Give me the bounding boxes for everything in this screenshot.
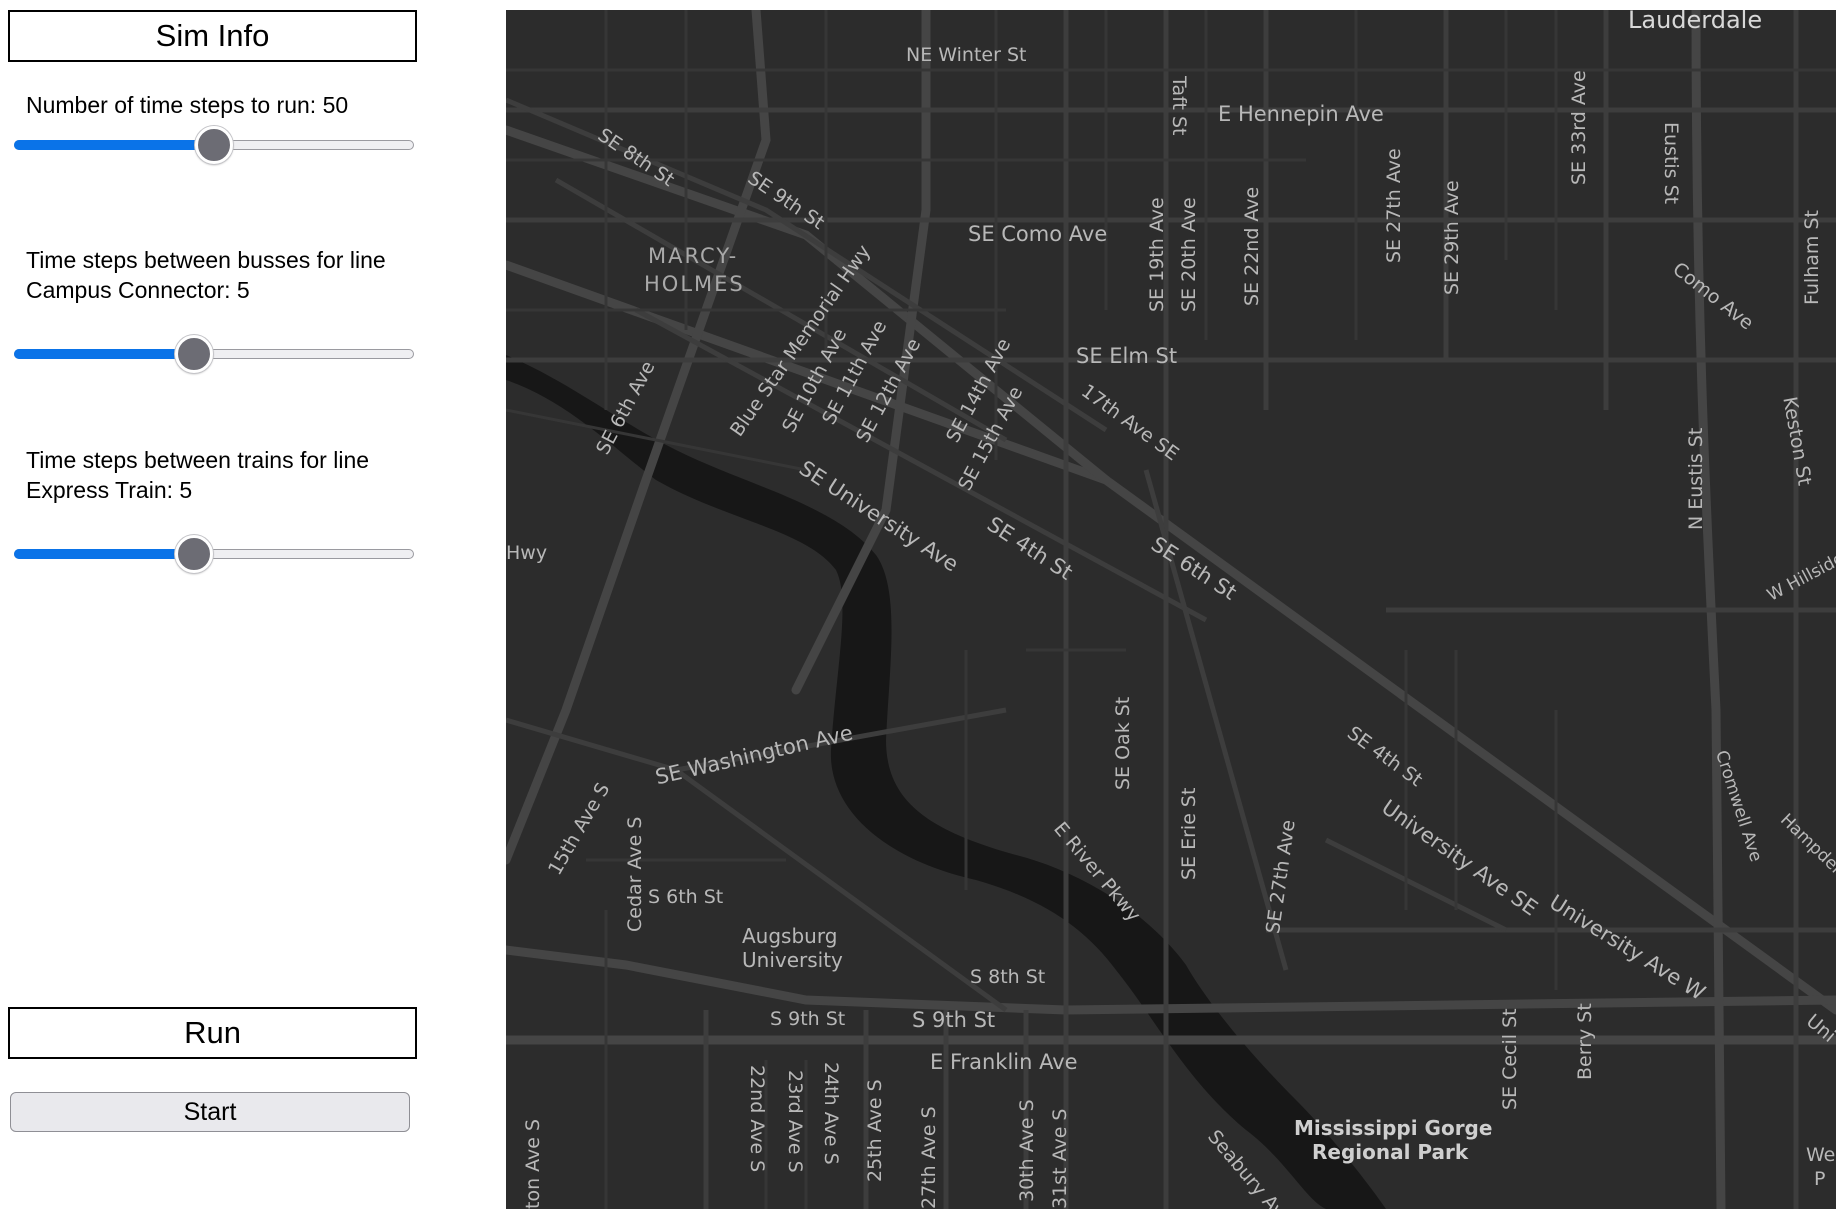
bus-interval-label-line2: Campus Connector: 5	[26, 277, 250, 303]
map-label-fulham: Fulham St	[1801, 210, 1823, 305]
steps-slider-thumb[interactable]	[195, 126, 233, 164]
map-label-lauderdale: Lauderdale	[1628, 10, 1763, 34]
map-label-se-erie: SE Erie St	[1178, 787, 1200, 880]
steps-label: Number of time steps to run: 50	[26, 92, 349, 118]
map-label-30th: 30th Ave S	[1016, 1099, 1038, 1202]
map-label-se-elm: SE Elm St	[1076, 344, 1178, 368]
map-label-s6th: S 6th St	[648, 886, 724, 908]
map-label-ne-winter: NE Winter St	[906, 44, 1027, 66]
map-label-se19th: SE 19th Ave	[1146, 197, 1168, 312]
map-label-p: P	[1814, 1168, 1826, 1190]
bus-slider-fill	[14, 349, 194, 359]
bus-interval-label: Time steps between busses for line Campu…	[26, 245, 386, 305]
map-label-27th: 27th Ave S	[918, 1106, 940, 1209]
run-header: Run	[8, 1007, 417, 1059]
map-label-hennepin: E Hennepin Ave	[1218, 102, 1384, 126]
map-label-franklin: E Franklin Ave	[930, 1050, 1078, 1074]
steps-slider[interactable]	[14, 125, 414, 165]
bus-interval-label-line1: Time steps between busses for line	[26, 247, 386, 273]
map-label-se20th: SE 20th Ave	[1178, 197, 1200, 312]
map-label-s9th-b: S 9th St	[912, 1008, 996, 1032]
map-label-marcy: MARCY-	[648, 244, 739, 268]
map-label-s8th: S 8th St	[970, 966, 1046, 988]
map-label-s9th-a: S 9th St	[770, 1008, 846, 1030]
map-label-we: We	[1806, 1144, 1836, 1166]
map-label-se27th-n: SE 27th Ave	[1383, 148, 1405, 263]
bus-slider-thumb[interactable]	[175, 335, 213, 373]
map-label-25th: 25th Ave S	[864, 1079, 886, 1182]
map-label-n-eustis: N Eustis St	[1685, 427, 1707, 530]
map-label-31st: 31st Ave S	[1049, 1108, 1071, 1209]
map-label-gorge2: Regional Park	[1312, 1140, 1469, 1164]
map-label-berry: Berry St	[1574, 1003, 1596, 1080]
map-label-se29th: SE 29th Ave	[1441, 180, 1463, 295]
train-interval-label: Time steps between trains for line Expre…	[26, 445, 369, 505]
sim-sidebar: Sim Info Number of time steps to run: 50…	[0, 0, 430, 1224]
train-interval-slider[interactable]	[14, 534, 414, 574]
map-label-holmes: HOLMES	[644, 272, 745, 296]
map-label-augsburg2: University	[742, 948, 843, 972]
map-label-se33rd: SE 33rd Ave	[1568, 70, 1590, 185]
train-slider-thumb[interactable]	[175, 535, 213, 573]
map-label-24th: 24th Ave S	[820, 1062, 842, 1165]
map-label-se22nd: SE 22nd Ave	[1241, 186, 1263, 306]
map-label-se-cecil: SE Cecil St	[1499, 1008, 1521, 1110]
map-label-gorge1: Mississippi Gorge	[1294, 1116, 1493, 1140]
map-label-hwy: Hwy	[506, 542, 548, 564]
map-label-augsburg1: Augsburg	[742, 924, 838, 948]
map-label-23rd: 23rd Ave S	[784, 1070, 806, 1173]
bus-interval-slider[interactable]	[14, 334, 414, 374]
map-label-taft: Taft St	[1168, 76, 1190, 136]
map-view[interactable]: Lauderdale NE Winter St Taft St E Hennep…	[506, 10, 1836, 1209]
train-interval-label-line2: Express Train: 5	[26, 477, 193, 503]
steps-slider-fill	[14, 140, 214, 150]
start-button[interactable]: Start	[10, 1092, 410, 1132]
map-label-cedar: Cedar Ave S	[624, 816, 646, 932]
sim-info-header: Sim Info	[8, 10, 417, 62]
map-label-ton: ton Ave S	[522, 1118, 544, 1209]
map-label-eustis: Eustis St	[1660, 122, 1682, 205]
map-base	[506, 10, 1836, 1209]
map-label-como: SE Como Ave	[968, 222, 1108, 246]
train-interval-label-line1: Time steps between trains for line	[26, 447, 370, 473]
map-label-22nd: 22nd Ave S	[746, 1065, 768, 1173]
train-slider-fill	[14, 549, 194, 559]
map-label-se-oak: SE Oak St	[1112, 696, 1134, 790]
